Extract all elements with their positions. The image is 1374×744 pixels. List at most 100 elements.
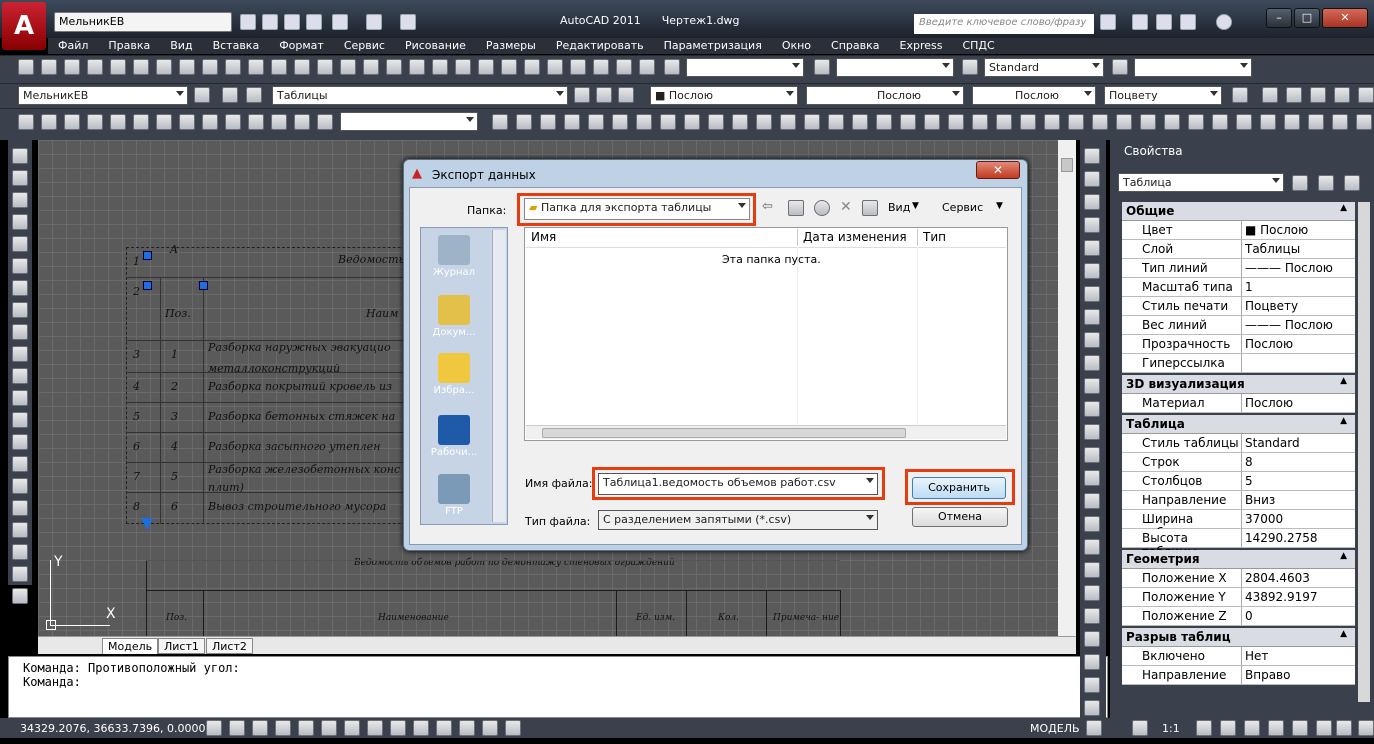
status-tray-icon[interactable]: [1220, 720, 1236, 736]
draw-tool-icon[interactable]: [12, 390, 28, 406]
menu-item[interactable]: Файл: [48, 38, 98, 54]
layer-tool-icon[interactable]: [574, 87, 590, 103]
modeling-icon[interactable]: [133, 114, 149, 130]
menu-item[interactable]: Express: [890, 38, 953, 54]
draw-tool-icon[interactable]: [12, 236, 28, 252]
draw-tool-icon[interactable]: [12, 170, 28, 186]
property-row[interactable]: Стиль печати Поцвету: [1122, 297, 1355, 316]
modeling-icon[interactable]: [18, 114, 34, 130]
modify-tool-icon[interactable]: [1084, 585, 1100, 601]
hscroll-thumb[interactable]: [542, 428, 906, 438]
toolbar-icon[interactable]: [64, 59, 80, 75]
property-value[interactable]: Вниз: [1242, 491, 1355, 510]
draw-tool-icon[interactable]: [12, 302, 28, 318]
layer-tool-icon[interactable]: [1262, 87, 1278, 103]
menu-item[interactable]: Справка: [821, 38, 889, 54]
quick-select-icon[interactable]: [1344, 175, 1360, 191]
modify-tool-icon[interactable]: [1084, 263, 1100, 279]
table-grip-arrow[interactable]: [141, 518, 153, 530]
place-item[interactable]: FTP: [426, 474, 482, 517]
draw-tool-icon[interactable]: [12, 214, 28, 230]
draw-tool-icon[interactable]: [12, 456, 28, 472]
modeling-icon[interactable]: [225, 114, 241, 130]
file-list-hscrollbar[interactable]: [526, 425, 1006, 439]
menu-item[interactable]: Редактировать: [546, 38, 654, 54]
tablestyle-combo[interactable]: [836, 58, 954, 77]
menu-item[interactable]: Правка: [98, 38, 160, 54]
property-value[interactable]: Нет: [1242, 647, 1355, 666]
application-menu-button[interactable]: A: [2, 2, 46, 50]
modify-tool-icon[interactable]: [1084, 516, 1100, 532]
status-icon[interactable]: [252, 720, 268, 736]
menu-item[interactable]: Формат: [269, 38, 334, 54]
draw-tool-icon[interactable]: [12, 588, 28, 604]
scroll-thumb[interactable]: [1061, 158, 1073, 172]
property-row[interactable]: Направление Вниз: [1122, 491, 1355, 510]
layer-tool-icon[interactable]: [194, 87, 210, 103]
modeling-icon[interactable]: [1092, 114, 1108, 130]
modeling-icon[interactable]: [64, 114, 80, 130]
plot-icon[interactable]: [400, 14, 416, 30]
minimize-button[interactable]: –: [1266, 8, 1292, 28]
layer-combo[interactable]: Таблицы: [272, 86, 568, 105]
modeling-icon[interactable]: [156, 114, 172, 130]
modeling-icon[interactable]: [1332, 114, 1348, 130]
layer-tool-icon[interactable]: [1232, 87, 1248, 103]
property-section[interactable]: Разрыв таблиц ▲: [1122, 628, 1355, 647]
property-row[interactable]: Положение Z0: [1122, 607, 1355, 626]
toolbar-icon[interactable]: [455, 59, 471, 75]
status-tray-icon[interactable]: [1132, 720, 1148, 736]
property-value[interactable]: Вправо: [1242, 666, 1355, 685]
toolbar-icon[interactable]: [593, 59, 609, 75]
toggle-pickadd-icon[interactable]: [1292, 175, 1308, 191]
modeling-icon[interactable]: [828, 114, 844, 130]
property-row[interactable]: Материал Послою: [1122, 394, 1355, 413]
menu-item[interactable]: Вставка: [203, 38, 270, 54]
help-icon[interactable]: [1216, 14, 1232, 30]
property-value[interactable]: 5: [1242, 472, 1355, 491]
modeling-icon[interactable]: [87, 114, 103, 130]
status-icon[interactable]: [229, 720, 245, 736]
saveas-icon[interactable]: [306, 14, 322, 30]
modeling-icon[interactable]: [1164, 114, 1180, 130]
status-icon[interactable]: [505, 720, 521, 736]
modeling-icon[interactable]: [948, 114, 964, 130]
modeling-icon[interactable]: [636, 114, 652, 130]
property-row[interactable]: Положение X 2804.4603: [1122, 569, 1355, 588]
status-icon[interactable]: [459, 720, 475, 736]
toolbar-icon[interactable]: [363, 59, 379, 75]
property-row[interactable]: Высота таблицы14290.2758: [1122, 529, 1355, 559]
draw-tool-icon[interactable]: [12, 346, 28, 362]
modeling-icon[interactable]: [1020, 114, 1036, 130]
cancel-button[interactable]: Отмена: [912, 507, 1008, 527]
menu-item[interactable]: СПДС: [952, 38, 1004, 54]
modeling-icon[interactable]: [756, 114, 772, 130]
collapse-icon[interactable]: ▲: [1340, 551, 1347, 561]
status-tray-icon[interactable]: [1268, 720, 1284, 736]
layer-tool-icon[interactable]: [596, 87, 612, 103]
modeling-icon[interactable]: [1236, 114, 1252, 130]
property-value[interactable]: 2804.4603: [1242, 569, 1355, 588]
modeling-icon[interactable]: [110, 114, 126, 130]
modeling-icon[interactable]: [972, 114, 988, 130]
modeling-icon[interactable]: [1284, 114, 1300, 130]
toolbar-icon[interactable]: [110, 59, 126, 75]
places-scrollbar[interactable]: [492, 230, 506, 522]
menu-item[interactable]: Окно: [772, 38, 821, 54]
draw-tool-icon[interactable]: [12, 280, 28, 296]
toolbar-icon[interactable]: [41, 59, 57, 75]
toolbar-icon[interactable]: [202, 59, 218, 75]
modeling-icon[interactable]: [1188, 114, 1204, 130]
place-item[interactable]: Рабочи...: [426, 415, 482, 458]
property-row[interactable]: Тип линий ——— Послою: [1122, 259, 1355, 278]
tab-layout2[interactable]: Лист2: [206, 638, 253, 654]
modeling-icon[interactable]: [780, 114, 796, 130]
modeling-icon[interactable]: [317, 114, 333, 130]
modeling-icon[interactable]: [1260, 114, 1276, 130]
toolbar-icon[interactable]: [570, 59, 586, 75]
property-value[interactable]: 8: [1242, 453, 1355, 472]
toolbar-icon[interactable]: [225, 59, 241, 75]
toolbar-icon[interactable]: [386, 59, 402, 75]
draw-tool-icon[interactable]: [12, 500, 28, 516]
new-folder-icon[interactable]: [862, 200, 878, 216]
